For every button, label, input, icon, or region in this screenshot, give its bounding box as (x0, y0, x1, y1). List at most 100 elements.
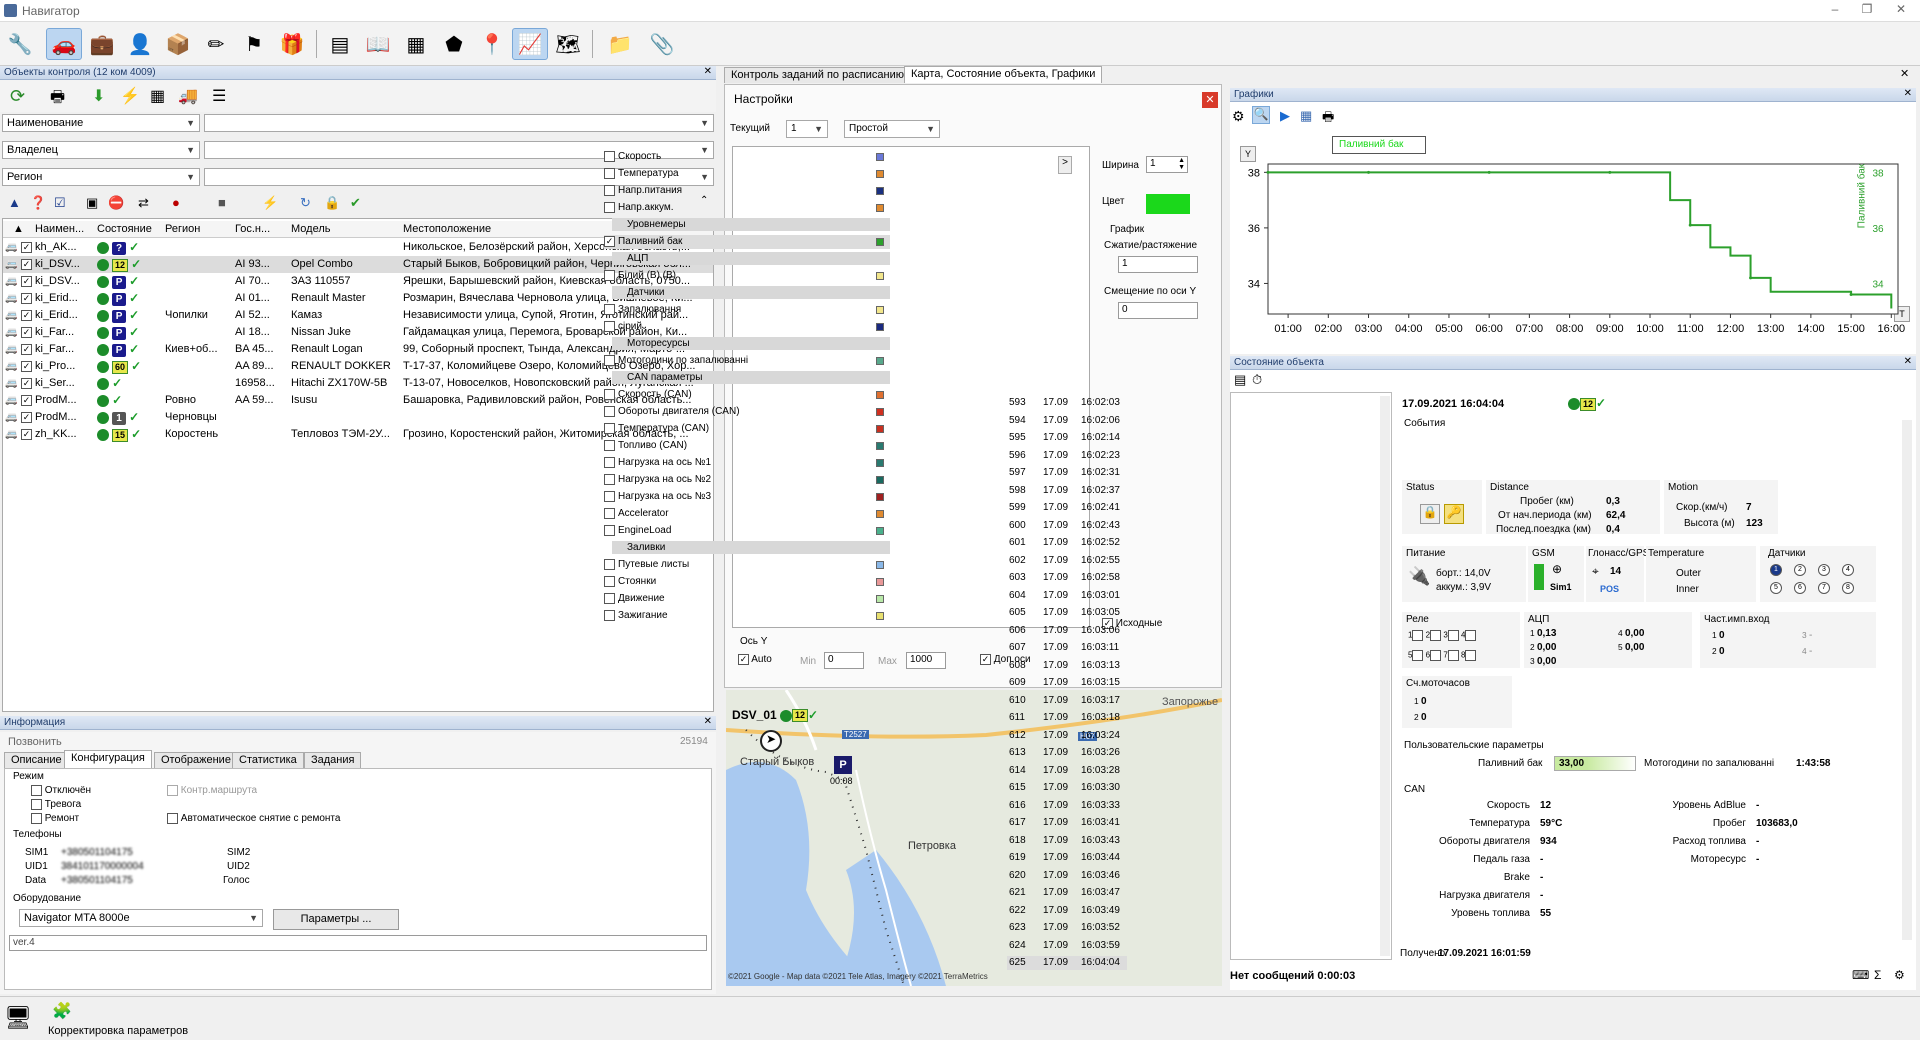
map-view[interactable]: DSV_01 12 ✓ Запорожье Старый Быков Петров… (726, 690, 1222, 986)
row-checkbox[interactable]: ✓ (21, 324, 32, 341)
message-row[interactable]: 610 17.09 16:03:17 (1007, 694, 1127, 708)
shield-icon[interactable]: ⬟ (436, 28, 472, 60)
message-row[interactable]: 594 17.09 16:02:06 (1007, 414, 1127, 428)
series-item[interactable]: Нагрузка на ось №1 (604, 456, 890, 470)
book-icon[interactable]: 📖 (360, 28, 396, 60)
series-item[interactable]: Обороты двигателя (CAN) (604, 405, 890, 419)
message-row[interactable]: 601 17.09 16:02:52 (1007, 536, 1127, 550)
row-checkbox[interactable]: ✓ (21, 290, 32, 307)
clock-icon[interactable]: ⏱ (1252, 372, 1262, 388)
minimize-button[interactable]: – (1820, 2, 1850, 20)
filter-name-input[interactable]: ▼ (204, 114, 714, 132)
message-row[interactable]: 609 17.09 16:03:15 (1007, 676, 1127, 690)
message-row[interactable]: 599 17.09 16:02:41 (1007, 501, 1127, 515)
series-checkbox[interactable] (604, 525, 615, 536)
color-swatch[interactable] (1146, 194, 1190, 214)
row-checkbox[interactable]: ✓ (21, 409, 32, 426)
series-item[interactable]: Скорость (604, 150, 890, 164)
play-icon[interactable]: ▶ (1280, 108, 1290, 124)
tab-tasks[interactable]: Задания (304, 752, 362, 768)
series-item[interactable]: Путевые листы (604, 558, 890, 572)
message-row[interactable]: 620 17.09 16:03:46 (1007, 869, 1127, 883)
message-row[interactable]: 603 17.09 16:02:58 (1007, 571, 1127, 585)
message-row[interactable]: 622 17.09 16:03:49 (1007, 904, 1127, 918)
message-row[interactable]: 597 17.09 16:02:31 (1007, 466, 1127, 480)
lightning-icon[interactable]: ⚡ (120, 86, 140, 106)
wrench-icon[interactable]: 🔧 (2, 28, 38, 60)
close-icon[interactable]: ✕ (1202, 92, 1218, 108)
call-label[interactable]: Позвонить (8, 736, 62, 748)
series-checkbox[interactable] (604, 151, 615, 162)
series-item[interactable]: Движение (604, 592, 890, 606)
tab-description[interactable]: Описание (4, 752, 69, 768)
message-row[interactable]: 625 17.09 16:04:04 (1007, 956, 1127, 970)
message-row[interactable]: 614 17.09 16:03:28 (1007, 764, 1127, 778)
message-row[interactable]: 598 17.09 16:02:37 (1007, 484, 1127, 498)
row-checkbox[interactable]: ✓ (21, 341, 32, 358)
series-item[interactable]: Білий (В) (В) (604, 269, 890, 283)
row-checkbox[interactable]: ✓ (21, 256, 32, 273)
series-checkbox[interactable] (604, 593, 615, 604)
chart-icon[interactable]: 📈 (512, 28, 548, 60)
truck-folder-icon[interactable]: 🚚 (178, 86, 198, 106)
auto-repair[interactable]: Автоматическое снятие с ремонта (167, 813, 340, 824)
close-icon[interactable]: ✕ (704, 66, 712, 77)
message-row[interactable]: 615 17.09 16:03:30 (1007, 781, 1127, 795)
series-item[interactable]: Стоянки (604, 575, 890, 589)
message-row[interactable]: 616 17.09 16:03:33 (1007, 799, 1127, 813)
wand-icon[interactable]: ✏ (198, 28, 234, 60)
folder-icon[interactable]: 📁 (602, 28, 638, 60)
series-checkbox[interactable] (604, 474, 615, 485)
series-checkbox[interactable] (604, 576, 615, 587)
close-icon[interactable]: ✕ (1904, 356, 1912, 367)
close-icon[interactable]: ✕ (704, 716, 712, 727)
print-icon[interactable]: 🖶 (1322, 108, 1334, 130)
parking-icon[interactable]: P (834, 756, 852, 774)
graph-grid-icon[interactable]: ▦ (398, 28, 434, 60)
paperclip-icon[interactable]: 📎 (644, 28, 680, 60)
row-checkbox[interactable]: ✓ (21, 375, 32, 392)
auto-checkbox[interactable]: ✓ Auto (738, 654, 772, 665)
params-button[interactable]: Параметры ... (273, 909, 399, 930)
series-checkbox[interactable] (604, 185, 615, 196)
record-icon[interactable]: ● (172, 195, 180, 210)
row-checkbox[interactable]: ✓ (21, 358, 32, 375)
briefcase-icon[interactable]: 💼 (84, 28, 120, 60)
col-name[interactable]: Наимен... (35, 221, 95, 238)
series-checkbox[interactable] (604, 202, 615, 213)
series-item[interactable]: EngineLoad (604, 524, 890, 538)
max-input[interactable]: 1000 (906, 652, 946, 669)
sort-icon[interactable]: ▲ (13, 221, 24, 238)
col-gos[interactable]: Гос.н... (235, 221, 285, 238)
series-checkbox[interactable] (604, 355, 615, 366)
mode-select[interactable]: Простой ▼ (844, 120, 940, 138)
series-checkbox[interactable] (604, 270, 615, 281)
settings-icon[interactable]: ⚙ (1894, 968, 1905, 982)
series-item[interactable]: Напр.питания (604, 184, 890, 198)
driver-icon[interactable]: 👤 (122, 28, 158, 60)
series-checkbox[interactable] (604, 491, 615, 502)
refresh-icon[interactable]: ⟳ (10, 86, 25, 107)
confirm-icon[interactable]: ✔ (350, 195, 361, 211)
series-checkbox[interactable]: ✓ (604, 236, 615, 247)
series-item[interactable]: Напр.аккум. (604, 201, 890, 215)
mode-off[interactable]: Отключён (31, 785, 91, 796)
car-icon[interactable]: 🚗 (46, 28, 82, 60)
series-item[interactable]: Скорость (CAN) (604, 388, 890, 402)
parcel-icon[interactable]: 🎁 (274, 28, 310, 60)
tab-map-state-graphs[interactable]: Карта, Состояние объекта, Графики (904, 66, 1103, 83)
series-item[interactable]: Мотогодини по запалюванні (604, 354, 890, 368)
series-item[interactable]: Зажигание (604, 609, 890, 623)
message-row[interactable]: 605 17.09 16:03:05 (1007, 606, 1127, 620)
min-input[interactable]: 0 (824, 652, 864, 669)
offset-input[interactable]: 0 (1118, 302, 1198, 319)
reload-icon[interactable]: ↻ (300, 195, 311, 211)
arrow-down-icon[interactable]: ⬇ (92, 86, 105, 106)
series-checkbox[interactable] (604, 559, 615, 570)
mode-repair[interactable]: Ремонт (31, 813, 79, 824)
list-settings-icon[interactable]: ☰ (212, 86, 226, 106)
grid-color-icon[interactable]: ▦ (150, 86, 165, 106)
keyboard-icon[interactable]: ⌨ (1852, 968, 1869, 982)
restore-button[interactable]: ❐ (1852, 2, 1882, 20)
help-icon[interactable]: ❓ (30, 195, 46, 211)
